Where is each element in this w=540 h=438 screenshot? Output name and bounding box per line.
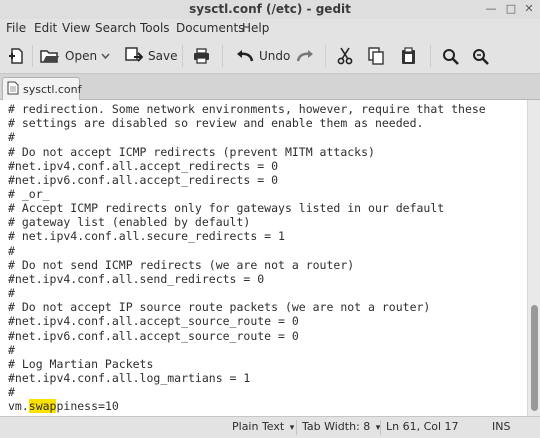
status-separator xyxy=(380,420,381,435)
menu-view[interactable]: View xyxy=(62,21,90,35)
tab-label: sysctl.conf xyxy=(23,82,82,96)
print-button[interactable] xyxy=(193,46,210,66)
printer-icon xyxy=(193,48,210,64)
status-bar: Plain Text ▾ Tab Width: 8 ▾ Ln 61, Col 1… xyxy=(0,416,540,438)
tab-width-label: Tab Width: 8 xyxy=(302,420,371,433)
save-icon xyxy=(125,47,143,65)
toolbar: Open Save Undo xyxy=(0,39,540,74)
search-icon xyxy=(442,48,459,65)
folder-open-icon xyxy=(40,48,60,64)
editor-line: # xyxy=(8,385,15,399)
paste-icon xyxy=(401,47,416,65)
editor-line-current: vm.swappiness=10 xyxy=(8,399,119,413)
editor-line: # Log Martian Packets xyxy=(8,357,154,371)
find-button[interactable] xyxy=(442,46,459,66)
open-button[interactable]: Open xyxy=(40,46,97,66)
document-tab-bar: sysctl.conf xyxy=(0,74,540,100)
editor-line: # Accept ICMP redirects only for gateway… xyxy=(8,201,445,215)
menu-edit[interactable]: Edit xyxy=(34,21,57,35)
chevron-down-icon: ▾ xyxy=(289,423,295,433)
editor-line: #net.ipv6.conf.all.accept_redirects = 0 xyxy=(8,173,279,187)
cursor-position: Ln 61, Col 17 xyxy=(386,420,459,433)
new-document-icon xyxy=(8,47,24,65)
line-prefix: vm. xyxy=(8,399,29,413)
language-selector[interactable]: Plain Text ▾ xyxy=(232,420,294,433)
editor-line: #net.ipv4.conf.all.log_martians = 1 xyxy=(8,371,251,385)
text-document-icon xyxy=(7,81,19,98)
undo-button[interactable]: Undo xyxy=(236,46,290,66)
menu-documents[interactable]: Documents xyxy=(176,21,244,35)
editor-line: # gateway list (enabled by default) xyxy=(8,215,251,229)
scrollbar-thumb[interactable] xyxy=(531,305,538,411)
chevron-down-icon xyxy=(101,52,110,60)
menu-tools[interactable]: Tools xyxy=(140,21,170,35)
menu-help[interactable]: Help xyxy=(242,21,269,35)
editor-line: # settings are disabled so review and en… xyxy=(8,116,424,130)
save-label: Save xyxy=(148,49,178,63)
new-document-button[interactable] xyxy=(8,46,24,66)
redo-button[interactable] xyxy=(296,46,314,66)
editor-line: # xyxy=(8,130,15,144)
editor-line: # xyxy=(8,343,15,357)
editor-line: # net.ipv4.conf.all.secure_redirects = 1 xyxy=(8,229,285,243)
maximize-icon[interactable]: □ xyxy=(504,2,518,16)
redo-icon xyxy=(296,49,314,63)
minimize-icon[interactable]: — xyxy=(484,2,498,16)
search-highlight: swap xyxy=(28,399,57,413)
editor-line: # Do not accept ICMP redirects (prevent … xyxy=(8,145,375,159)
vertical-scrollbar[interactable] xyxy=(527,100,540,416)
toolbar-separator xyxy=(32,45,33,67)
tab-width-selector[interactable]: Tab Width: 8 ▾ xyxy=(302,420,380,433)
line-suffix: piness=10 xyxy=(56,399,119,413)
open-label: Open xyxy=(65,49,98,63)
editor-line: # Do not accept IP source route packets … xyxy=(8,300,431,314)
editor-line: #net.ipv4.conf.all.send_redirects = 0 xyxy=(8,272,265,286)
text-editor[interactable]: # redirection. Some network environments… xyxy=(0,100,527,416)
toolbar-separator xyxy=(222,45,223,67)
editor-line: # _or_ xyxy=(8,187,50,201)
toolbar-separator xyxy=(325,45,326,67)
title-bar: sysctl.conf (/etc) - gedit — □ ✕ xyxy=(0,0,540,19)
insert-mode: INS xyxy=(492,420,511,433)
scissors-icon xyxy=(337,47,353,65)
editor-line: # redirection. Some network environments… xyxy=(8,102,486,116)
cut-button[interactable] xyxy=(337,46,353,66)
save-button[interactable]: Save xyxy=(125,46,177,66)
editor-line: # Do not send ICMP redirects (we are not… xyxy=(8,258,355,272)
menu-file[interactable]: File xyxy=(6,21,26,35)
editor-line: #net.ipv4.conf.all.accept_source_route =… xyxy=(8,314,299,328)
editor-line: #net.ipv6.conf.all.accept_source_route =… xyxy=(8,329,299,343)
editor-line: # xyxy=(8,286,15,300)
copy-icon xyxy=(368,47,384,65)
toolbar-separator xyxy=(430,45,431,67)
toolbar-separator xyxy=(182,45,183,67)
open-recent-dropdown[interactable] xyxy=(101,46,110,66)
menu-search[interactable]: Search xyxy=(95,21,136,35)
tab-sysctl-conf[interactable]: sysctl.conf xyxy=(2,77,82,100)
search-replace-icon xyxy=(472,48,489,65)
find-replace-button[interactable] xyxy=(472,46,489,66)
menu-bar: File Edit View Search Tools Documents He… xyxy=(0,19,540,39)
editor-line: # xyxy=(8,244,15,258)
undo-label: Undo xyxy=(259,49,291,63)
paste-button[interactable] xyxy=(401,46,416,66)
close-icon[interactable]: ✕ xyxy=(522,2,536,16)
undo-icon xyxy=(236,49,254,63)
window-title: sysctl.conf (/etc) - gedit xyxy=(189,2,351,16)
copy-button[interactable] xyxy=(368,46,384,66)
language-label: Plain Text xyxy=(232,420,285,433)
status-separator xyxy=(296,420,297,435)
editor-line: #net.ipv4.conf.all.accept_redirects = 0 xyxy=(8,159,279,173)
